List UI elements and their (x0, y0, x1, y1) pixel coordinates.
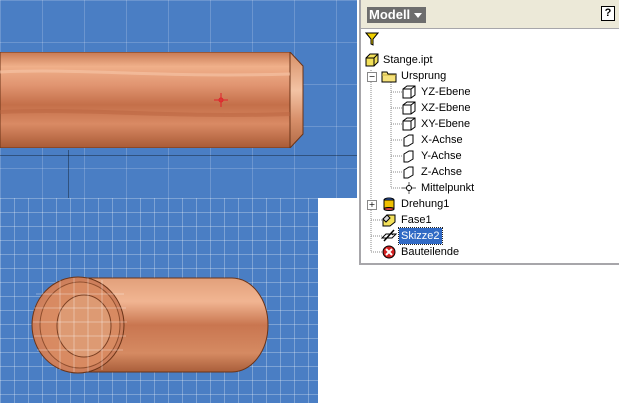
tree-item-root[interactable]: Stange.ipt (365, 52, 435, 68)
part-icon (365, 53, 379, 67)
tree-item-revolve[interactable]: Drehung1 (381, 196, 451, 212)
tree-label-root: Stange.ipt (383, 54, 433, 66)
axis-icon (403, 134, 414, 147)
folder-icon (381, 71, 397, 83)
revolve-icon (383, 197, 395, 211)
tree-label-y-axis: Y-Achse (421, 150, 462, 162)
tree-label-xy-plane: XY-Ebene (421, 118, 471, 130)
end-of-part-icon (382, 245, 396, 259)
expander-origin[interactable]: − (367, 72, 377, 82)
tree-item-xy-plane[interactable]: XY-Ebene (401, 116, 472, 132)
tree-item-yz-plane[interactable]: YZ-Ebene (401, 84, 473, 100)
tree-item-origin[interactable]: Ursprung (381, 68, 448, 84)
tree-item-sketch[interactable]: Skizze2 (381, 227, 443, 245)
chamfer-icon (382, 214, 396, 227)
tree-label-center-point: Mittelpunkt (421, 182, 475, 194)
model-browser-panel: Modell ? Stange.ipt − Ursprung YZ-Ebene … (359, 0, 619, 265)
viewport-bottom[interactable] (0, 198, 318, 403)
tree-item-center-point[interactable]: Mittelpunkt (401, 180, 476, 196)
sketch-icon (381, 229, 397, 242)
tree-label-revolve: Drehung1 (401, 198, 450, 210)
tree-item-y-axis[interactable]: Y-Achse (401, 148, 464, 164)
tree-item-chamfer[interactable]: Fase1 (381, 212, 434, 228)
tree-label-origin: Ursprung (401, 70, 447, 82)
tree-label-x-axis: X-Achse (421, 134, 463, 146)
axis-icon (403, 166, 414, 179)
plane-icon (402, 101, 416, 115)
viewport-top[interactable] (0, 0, 357, 198)
tree-label-yz-plane: YZ-Ebene (421, 86, 471, 98)
tree-item-xz-plane[interactable]: XZ-Ebene (401, 100, 473, 116)
rod-iso-view[interactable] (0, 198, 318, 403)
tree-item-x-axis[interactable]: X-Achse (401, 132, 465, 148)
tree-label-z-axis: Z-Achse (421, 166, 462, 178)
axis-icon (403, 150, 414, 163)
tree-label-chamfer: Fase1 (401, 214, 432, 226)
plane-icon (402, 117, 416, 131)
plane-icon (402, 85, 416, 99)
point-icon (402, 182, 416, 194)
tree-item-z-axis[interactable]: Z-Achse (401, 164, 464, 180)
tree-label-sketch: Skizze2 (398, 227, 443, 245)
tree-label-xz-plane: XZ-Ebene (421, 102, 471, 114)
tree-label-end-of-part: Bauteilende (401, 246, 460, 258)
expander-revolve[interactable]: + (367, 200, 377, 210)
rod-side-view[interactable] (0, 52, 310, 148)
grid-axis-line (68, 150, 69, 198)
tree-item-end-of-part[interactable]: Bauteilende (381, 244, 461, 260)
